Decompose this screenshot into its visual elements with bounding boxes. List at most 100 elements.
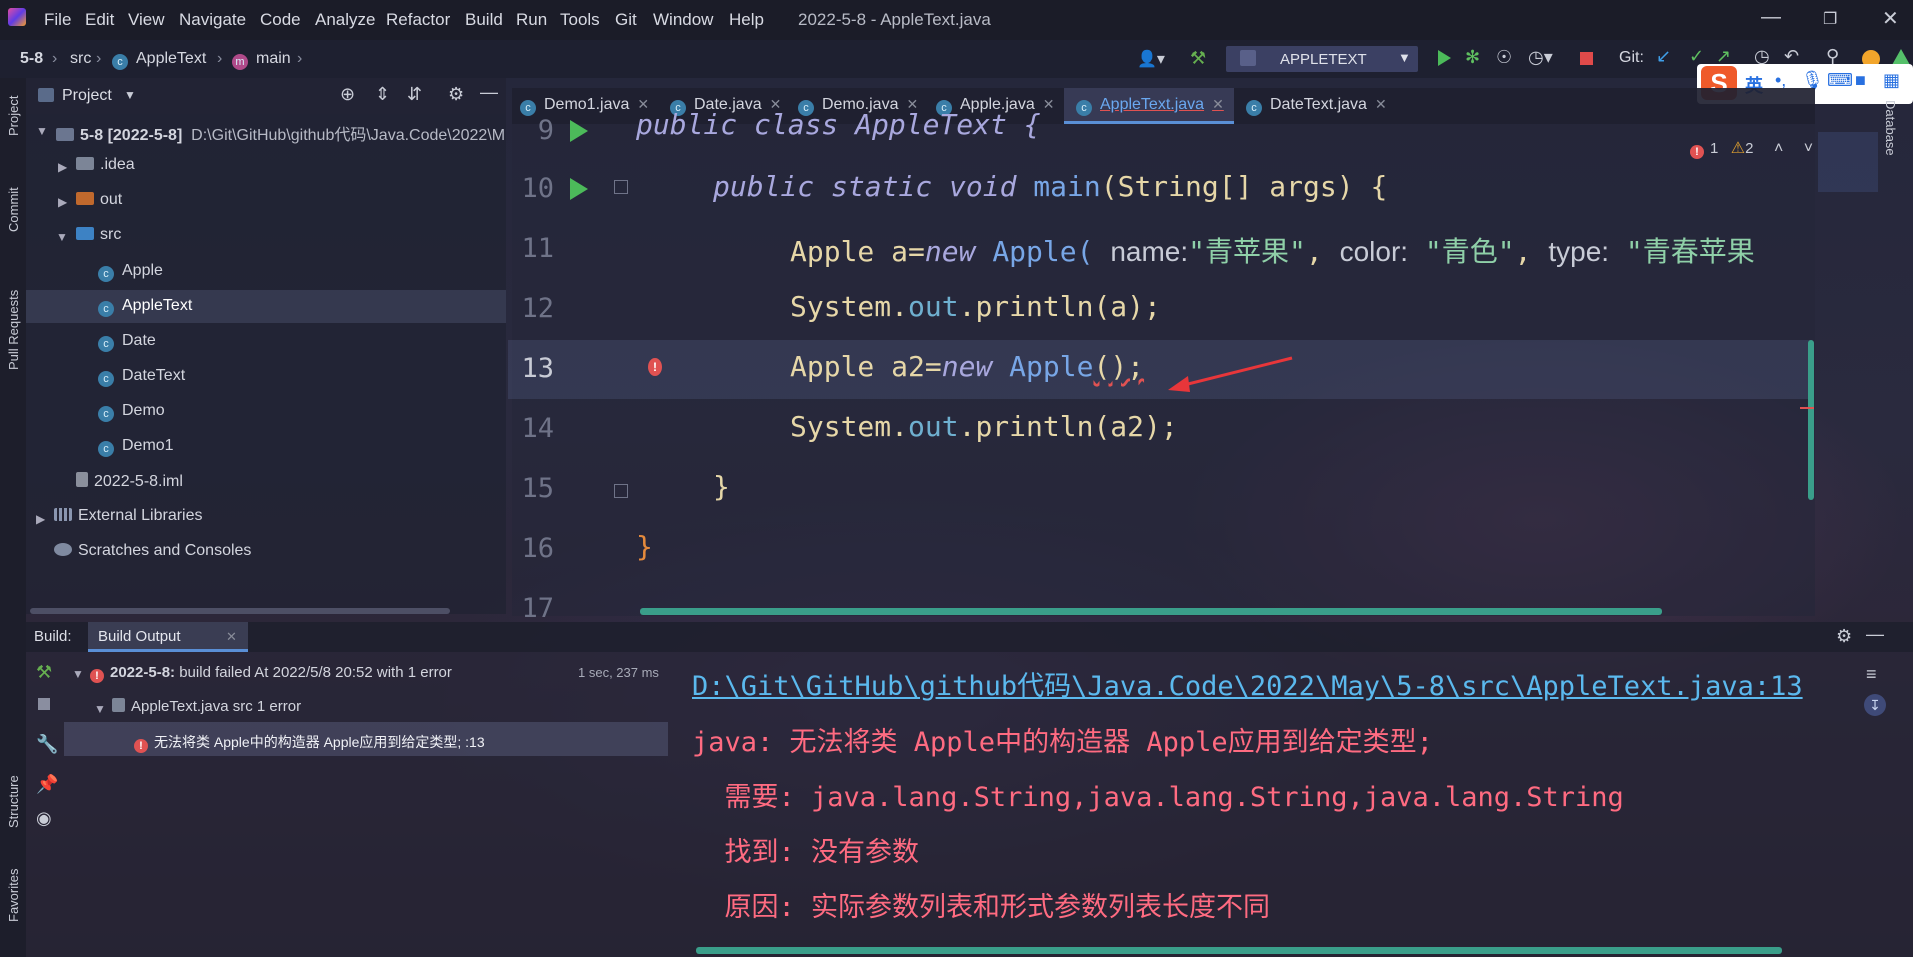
skin-icon[interactable]: ■ [1855,70,1866,91]
breadcrumb-src[interactable]: src [70,50,91,68]
tab-demo1[interactable]: c Demo1.java ✕ [520,96,649,116]
scroll-to-end-icon[interactable]: ↧ [1864,694,1886,716]
menu-edit[interactable]: Edit [85,10,114,30]
tool-window-project[interactable]: Project [6,96,21,136]
tool-window-favorites[interactable]: Favorites [6,869,21,922]
menu-tools[interactable]: Tools [560,10,600,30]
chevron-right-icon[interactable]: ▶ [58,160,67,174]
menu-code[interactable]: Code [260,10,301,30]
project-panel-title[interactable]: Project [62,87,112,105]
chevron-down-icon[interactable]: ▼ [56,230,68,244]
tree-item-external-libraries[interactable]: External Libraries [54,507,203,525]
collapse-all-icon[interactable]: ⇵ [407,84,422,105]
menu-window[interactable]: Window [653,10,713,30]
chevron-up-icon[interactable]: ˄ [1774,140,1783,157]
gear-icon[interactable]: ⚙ [448,84,464,105]
menu-help[interactable]: Help [729,10,764,30]
keyboard-icon[interactable]: ⌨ [1827,70,1853,91]
breadcrumb-class[interactable]: c AppleText [112,50,206,70]
build-hammer-icon[interactable]: ⚒ [1190,48,1206,69]
error-bulb-icon[interactable]: ! [648,358,662,376]
chevron-down-icon[interactable]: ▼ [36,124,48,138]
wrench-icon[interactable]: 🔧 [36,734,58,755]
stop-icon[interactable] [38,698,50,710]
error-stripe-marker[interactable] [1800,407,1814,409]
tree-item-date[interactable]: c Date [98,332,156,352]
fold-icon[interactable] [614,484,628,498]
menu-build[interactable]: Build [465,10,503,30]
menu-git[interactable]: Git [615,10,637,30]
tree-item-idea[interactable]: .idea [76,156,135,174]
restore-button[interactable]: ❐ [1823,9,1837,29]
chevron-right-icon[interactable]: ▶ [58,195,67,209]
close-icon[interactable]: ✕ [1043,96,1055,112]
output-horizontal-scrollbar[interactable] [696,947,1782,954]
menu-navigate[interactable]: Navigate [179,10,246,30]
run-icon[interactable] [1438,50,1451,66]
breadcrumb-method[interactable]: m main [232,50,291,70]
build-tree-root[interactable]: ! 2022-5-8: build failed At 2022/5/8 20:5… [90,664,452,683]
git-update-icon[interactable]: ↙ [1656,46,1671,67]
fold-icon[interactable] [614,180,628,194]
close-icon[interactable]: ✕ [1375,96,1387,112]
tool-window-database[interactable]: Database [1883,100,1898,156]
tab-build-output[interactable]: Build Output ✕ [88,622,248,652]
hide-icon[interactable]: — [480,82,498,103]
coverage-icon[interactable]: ☉ [1496,47,1512,68]
chevron-down-icon[interactable]: ▼ [94,702,106,716]
eye-icon[interactable]: ◉ [36,808,52,829]
close-icon[interactable]: ✕ [1212,96,1224,112]
tree-item-apple[interactable]: c Apple [98,262,163,282]
run-configuration-select[interactable]: APPLETEXT ▼ [1226,46,1418,72]
plugin-icon[interactable] [1892,49,1910,65]
locate-icon[interactable]: ⊕ [340,84,355,105]
tab-datetext[interactable]: c DateText.java ✕ [1246,96,1387,116]
inspection-widget[interactable]: ! 1 ⚠2 ˄ ˅ [1690,138,1813,159]
close-icon[interactable]: ✕ [226,629,237,645]
tree-item-iml[interactable]: 2022-5-8.iml [76,472,183,491]
pin-icon[interactable]: 📌 [36,774,58,795]
gear-icon[interactable]: ⚙ [1836,626,1852,647]
menu-file[interactable]: File [44,10,71,30]
tree-item-demo1[interactable]: c Demo1 [98,437,174,457]
stop-icon[interactable] [1580,52,1593,65]
menu-view[interactable]: View [128,10,165,30]
tree-item-root[interactable]: 5-8 [2022-5-8] D:\Git\GitHub\github代码\Ja… [56,121,505,145]
tree-item-out[interactable]: out [76,191,122,209]
menu-refactor[interactable]: Refactor [386,10,450,30]
tool-window-commit[interactable]: Commit [6,187,21,232]
tab-appletext[interactable]: c AppleText.java ✕ [1076,96,1224,116]
close-button[interactable]: ✕ [1882,6,1899,31]
tool-window-structure[interactable]: Structure [6,775,21,828]
menu-run[interactable]: Run [516,10,547,30]
build-hammer-icon[interactable]: ⚒ [36,662,52,683]
user-icon[interactable]: 👤▾ [1137,49,1165,69]
horizontal-scrollbar[interactable] [30,608,450,614]
tree-item-datetext[interactable]: c DateText [98,367,185,387]
run-main-gutter-icon[interactable] [570,178,588,200]
profile-icon[interactable]: ◷▾ [1528,47,1553,68]
build-output-path-link[interactable]: D:\Git\GitHub\github代码\Java.Code\2022\Ma… [692,664,1846,703]
breadcrumb-project[interactable]: 5-8 [20,50,43,68]
soft-wrap-icon[interactable]: ≡ [1866,664,1877,685]
run-class-gutter-icon[interactable] [570,120,588,142]
tree-item-scratches[interactable]: Scratches and Consoles [54,542,251,560]
build-tree-file[interactable]: AppleText.java src 1 error [112,698,301,715]
editor-horizontal-scrollbar[interactable] [640,608,1662,615]
menu-analyze[interactable]: Analyze [315,10,375,30]
tool-window-pull-requests[interactable]: Pull Requests [6,290,21,370]
chevron-down-icon[interactable]: ˅ [1804,140,1813,157]
toolbox-icon[interactable]: ▦ [1883,70,1900,91]
hide-icon[interactable]: — [1866,624,1884,645]
tree-item-demo[interactable]: c Demo [98,402,165,422]
debug-bug-icon[interactable]: ✻ [1465,47,1480,68]
tree-item-src[interactable]: src [76,226,121,244]
vertical-scrollbar[interactable] [1808,340,1814,500]
chevron-right-icon[interactable]: ▶ [36,512,45,526]
build-tree-error[interactable]: ! 无法将类 Apple中的构造器 Apple应用到给定类型; :13 [134,732,485,753]
minimize-button[interactable]: — [1761,6,1781,29]
tree-item-appletext[interactable]: c AppleText [98,297,192,317]
expand-all-icon[interactable]: ⇕ [375,84,390,105]
chevron-down-icon[interactable]: ▼ [124,88,136,102]
chevron-down-icon[interactable]: ▼ [72,667,84,681]
